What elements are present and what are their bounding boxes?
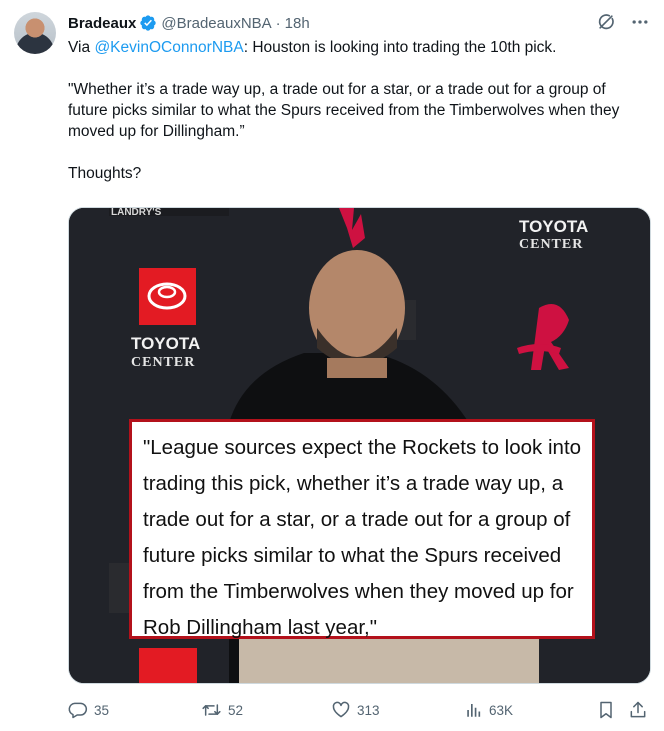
like-button[interactable]: 313 — [331, 695, 380, 725]
quote-overlay-text: "League sources expect the Rockets to lo… — [143, 436, 582, 639]
repost-count: 52 — [228, 702, 244, 718]
views-icon — [467, 704, 481, 717]
text-prefix: Via — [68, 39, 95, 56]
more-options-icon[interactable] — [630, 12, 650, 32]
bookmark-icon — [600, 701, 612, 719]
share-button[interactable] — [628, 695, 648, 725]
like-count: 313 — [357, 702, 380, 718]
author-name[interactable]: Bradeaux — [68, 15, 136, 32]
tweet-action-bar: 35 52 313 63K — [68, 695, 651, 725]
quote-overlay: "League sources expect the Rockets to lo… — [129, 419, 595, 639]
sponsor-left-top: TOYOTA — [131, 334, 200, 353]
text-line1-rest: : Houston is looking into trading the 10… — [243, 39, 557, 56]
author-handle[interactable]: @BradeauxNBA — [161, 15, 271, 32]
views-count: 63K — [489, 702, 514, 718]
reply-count: 35 — [94, 702, 110, 718]
author-avatar[interactable] — [14, 12, 56, 54]
views-button[interactable]: 63K — [465, 695, 513, 725]
tweet-quote-paragraph: "Whether it’s a trade way up, a trade ou… — [68, 81, 620, 140]
reply-icon — [68, 702, 88, 719]
share-icon — [630, 701, 646, 718]
sponsor-right-top: TOYOTA — [519, 217, 588, 236]
tweet-timestamp[interactable]: 18h — [285, 15, 310, 32]
tweet-closing: Thoughts? — [68, 165, 142, 182]
tweet-line-1: Via @KevinOConnorNBA: Houston is looking… — [68, 37, 648, 58]
repost-icon — [202, 704, 221, 716]
tweet-header: Bradeaux @BradeauxNBA · 18h — [68, 12, 310, 34]
banner-top-text: LANDRY'S — [111, 208, 162, 218]
tweet-body: Via @KevinOConnorNBA: Houston is looking… — [68, 37, 648, 184]
header-separator: · — [275, 14, 281, 32]
bookmark-button[interactable] — [596, 695, 616, 725]
tweet-image[interactable]: LANDRY'S TOYOTA CENTER TOYOTA CENTER "Le… — [68, 207, 651, 684]
sponsor-right-bottom: CENTER — [519, 237, 583, 252]
sponsor-left-bottom: CENTER — [131, 355, 195, 370]
heart-icon — [332, 701, 350, 718]
verified-badge-icon — [139, 14, 157, 32]
grok-icon[interactable] — [596, 12, 616, 32]
reply-button[interactable]: 35 — [68, 695, 109, 725]
mention-link[interactable]: @KevinOConnorNBA — [94, 39, 243, 56]
header-actions — [596, 12, 650, 32]
repost-button[interactable]: 52 — [201, 695, 243, 725]
